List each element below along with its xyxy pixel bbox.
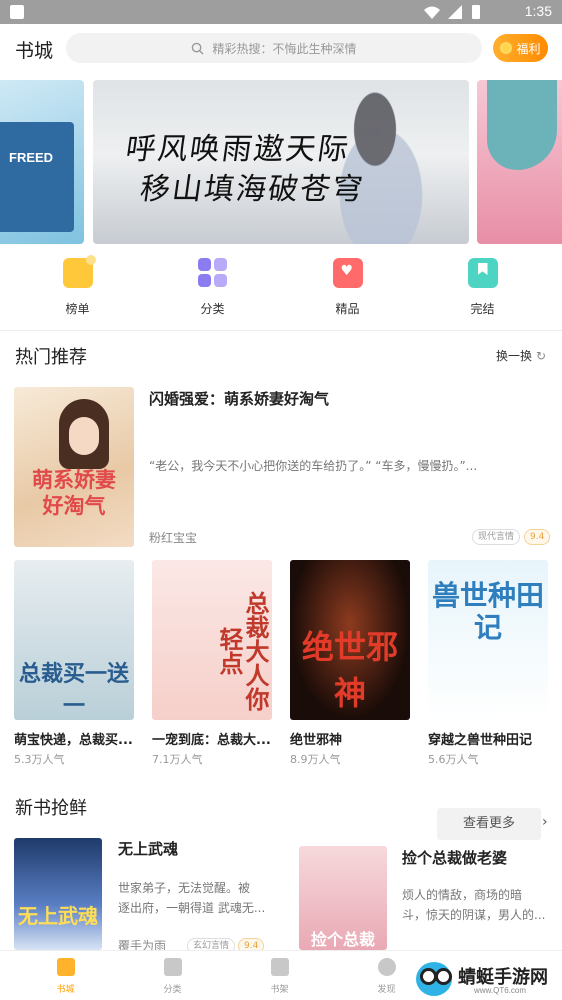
cover-title: 无上武魂 [18, 904, 98, 928]
book-popularity: 7.1万人气 [152, 753, 203, 766]
tab-label: 分类 [163, 985, 182, 995]
coin-icon [500, 42, 513, 54]
book-cover: 绝世邪神 [290, 560, 410, 720]
category-label: 完结 [470, 302, 495, 316]
category-classify[interactable]: 分类 [145, 254, 280, 326]
welfare-label: 福利 [516, 41, 541, 56]
book-card[interactable]: 兽世种田记 穿越之兽世种田记 5.6万人气 [428, 560, 548, 767]
status-bar: 1:35 [0, 0, 562, 24]
category-ranking[interactable]: 榜单 [10, 254, 145, 326]
category-label: 精品 [335, 302, 360, 316]
featured-book-cover[interactable]: 萌系娇妻好淘气 [14, 387, 134, 547]
book-title: 穿越之兽世种田记 [428, 733, 533, 748]
section-title-new: 新书抢鲜 [15, 798, 87, 819]
score-badge: 9.4 [524, 529, 551, 545]
tab-bookstore[interactable]: 书城 [12, 951, 119, 1000]
new-book-cover[interactable]: 无上武魂 [14, 838, 102, 950]
book-card[interactable]: 绝世邪神 绝世邪神 8.9万人气 [290, 560, 410, 767]
cover-title: 捡个总裁 [310, 930, 375, 949]
featured-book-description: “老公，我今天不小心把你送的车给扔了。” “车多，慢慢扔。”... [149, 459, 478, 473]
refresh-icon: ↻ [536, 349, 547, 363]
book-cover: 兽世种田记 [428, 560, 548, 720]
search-bar[interactable]: 精彩热搜：不悔此生种深情 [66, 33, 482, 63]
book-title: 绝世邪神 [290, 733, 343, 748]
book-popularity: 8.9万人气 [290, 753, 341, 766]
tab-label: 书架 [270, 985, 289, 995]
cover-title: 绝世邪神 [301, 628, 398, 712]
cover-title: 总裁大人你轻点 [215, 591, 270, 711]
banner-calligraphy: 呼风唤雨遨天际 移山填海破苍穹 [117, 130, 372, 210]
tab-bookshelf[interactable]: 书架 [226, 951, 333, 1000]
banner-book-illustration [0, 122, 74, 232]
banner-left-text: FREED [9, 150, 54, 165]
description-line: 斗，惊天的阴谋，男人的... [402, 908, 546, 922]
category-label: 榜单 [65, 302, 90, 316]
header: 书城 精彩热搜：不悔此生种深情 福利 [0, 24, 562, 76]
banner-line-1: 呼风唤雨遨天际 [123, 132, 353, 167]
search-placeholder: 精彩热搜：不悔此生种深情 [212, 41, 357, 56]
cover-title: 兽世种田记 [431, 579, 544, 644]
new-book-title[interactable]: 无上武魂 [118, 838, 178, 859]
refresh-button[interactable]: 换一换 ↻ [496, 347, 546, 364]
frog-logo-icon [416, 962, 452, 996]
cover-title: 萌系娇妻好淘气 [32, 467, 116, 518]
divider [0, 330, 562, 331]
section-title-hot: 热门推荐 [15, 347, 87, 368]
banner-slide-prev[interactable]: FREED [0, 80, 84, 244]
book-title: 一宠到底：总裁大... [152, 733, 271, 748]
description-line: 烦人的情敌，商场的暗 [402, 888, 523, 902]
cover-title: 总裁买一送一 [18, 661, 129, 719]
category-completed[interactable]: 完结 [415, 254, 550, 326]
book-popularity: 5.3万人气 [14, 753, 65, 766]
new-book-cover[interactable]: 捡个总裁 [299, 846, 387, 950]
status-icons [424, 5, 480, 19]
genre-tag: 现代言情 [472, 529, 521, 545]
boutique-icon [332, 258, 363, 288]
featured-book-title[interactable]: 闪婚强爱：萌系娇妻好淘气 [149, 388, 329, 409]
bookshelf-icon [270, 958, 289, 976]
book-cover: 总裁大人你轻点 [152, 560, 272, 720]
category-boutique[interactable]: 精品 [280, 254, 415, 326]
book-cover: 总裁买一送一 [14, 560, 134, 720]
tab-label: 书城 [56, 985, 75, 995]
bookstore-icon [56, 958, 75, 976]
signal-icon [448, 5, 462, 19]
book-card[interactable]: 总裁大人你轻点 一宠到底：总裁大... 7.1万人气 [152, 560, 272, 767]
watermark-url: www.QT6.com [474, 986, 527, 995]
search-icon [192, 42, 205, 55]
notification-icon [10, 5, 24, 19]
wifi-icon [424, 6, 440, 19]
planet-icon [377, 958, 396, 976]
category-icon [197, 258, 228, 288]
ranking-icon [62, 255, 96, 288]
tab-category[interactable]: 分类 [119, 951, 226, 1000]
book-card[interactable]: 总裁买一送一 萌宝快递，总裁买... 5.3万人气 [14, 560, 134, 767]
category-label: 分类 [200, 302, 225, 316]
description-line: 逐出府，一朝得道 武魂无... [118, 901, 266, 915]
book-title: 萌宝快递，总裁买... [14, 733, 133, 748]
page-title: 书城 [15, 40, 54, 62]
banner-carousel[interactable]: FREED 呼风唤雨遨天际 移山填海破苍穹 [0, 80, 562, 244]
view-more-button[interactable]: 查看更多 [437, 808, 541, 840]
new-book-description: 烦人的情敌，商场的暗 斗，惊天的阴谋，男人的... [402, 885, 545, 925]
grid-icon [163, 958, 182, 976]
status-time: 1:35 [524, 3, 552, 19]
category-nav: 榜单 分类 精品 完结 [0, 254, 562, 326]
banner-slide-current[interactable]: 呼风唤雨遨天际 移山填海破苍穹 [93, 80, 469, 244]
banner-slide-next[interactable] [477, 80, 562, 244]
cover-character-face [69, 417, 99, 455]
chevron-right-icon[interactable]: › [542, 814, 548, 830]
new-book-title[interactable]: 捡个总裁做老婆 [402, 847, 507, 868]
refresh-label: 换一换 [496, 349, 533, 363]
featured-book-author: 粉红宝宝 [149, 531, 198, 545]
completed-icon [467, 258, 498, 288]
new-book-description: 世家弟子，无法觉醒。被 逐出府，一朝得道 武魂无... [118, 878, 265, 918]
welfare-button[interactable]: 福利 [493, 34, 548, 62]
description-line: 世家弟子，无法觉醒。被 [118, 881, 251, 895]
battery-icon [472, 5, 480, 19]
book-popularity: 5.6万人气 [428, 753, 479, 766]
banner-line-2: 移山填海破苍穹 [137, 172, 367, 207]
watermark: 蜻蜓手游网 www.QT6.com [414, 960, 562, 1000]
banner-anime-illustration [487, 80, 557, 170]
